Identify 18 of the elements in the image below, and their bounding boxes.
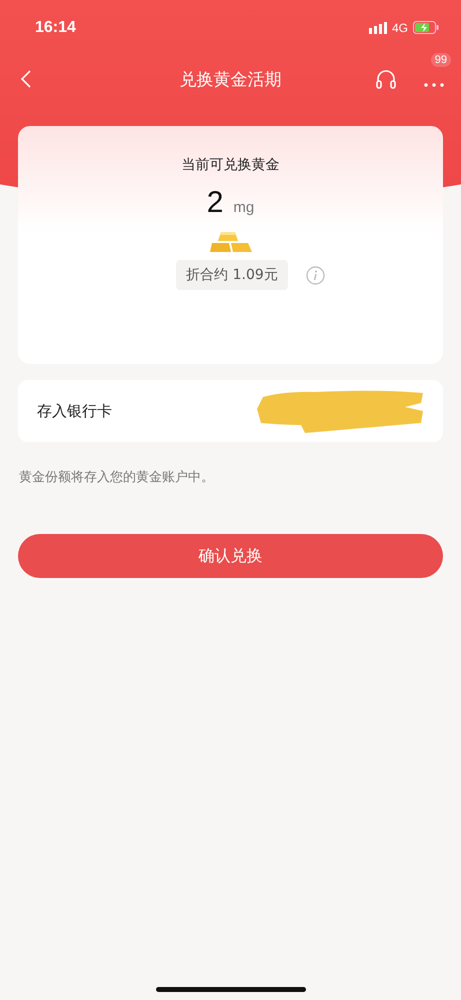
more-icon[interactable] (423, 82, 445, 88)
bank-card-row[interactable]: 存入银行卡 (18, 380, 443, 442)
amount-unit: mg (233, 199, 254, 216)
confirm-button[interactable]: 确认兑换 (18, 534, 443, 578)
amount-value: 2 (206, 186, 224, 220)
back-icon[interactable] (20, 69, 32, 89)
battery-icon (413, 21, 439, 34)
page-title: 兑换黄金活期 (180, 68, 282, 90)
value-equivalent-label: 折合约 1.09元 (176, 260, 288, 290)
info-note: 黄金份额将存入您的黄金账户中。 (19, 469, 215, 486)
signal-icon (368, 22, 387, 34)
status-time: 16:14 (35, 18, 76, 36)
available-amount-label: 当前可兑换黄金 (182, 156, 280, 174)
info-icon[interactable] (306, 266, 325, 284)
ingot-stack-icon (208, 230, 252, 254)
network-label: 4G (392, 20, 408, 34)
headset-icon[interactable] (375, 68, 397, 90)
message-count-badge: 99 (430, 53, 451, 67)
